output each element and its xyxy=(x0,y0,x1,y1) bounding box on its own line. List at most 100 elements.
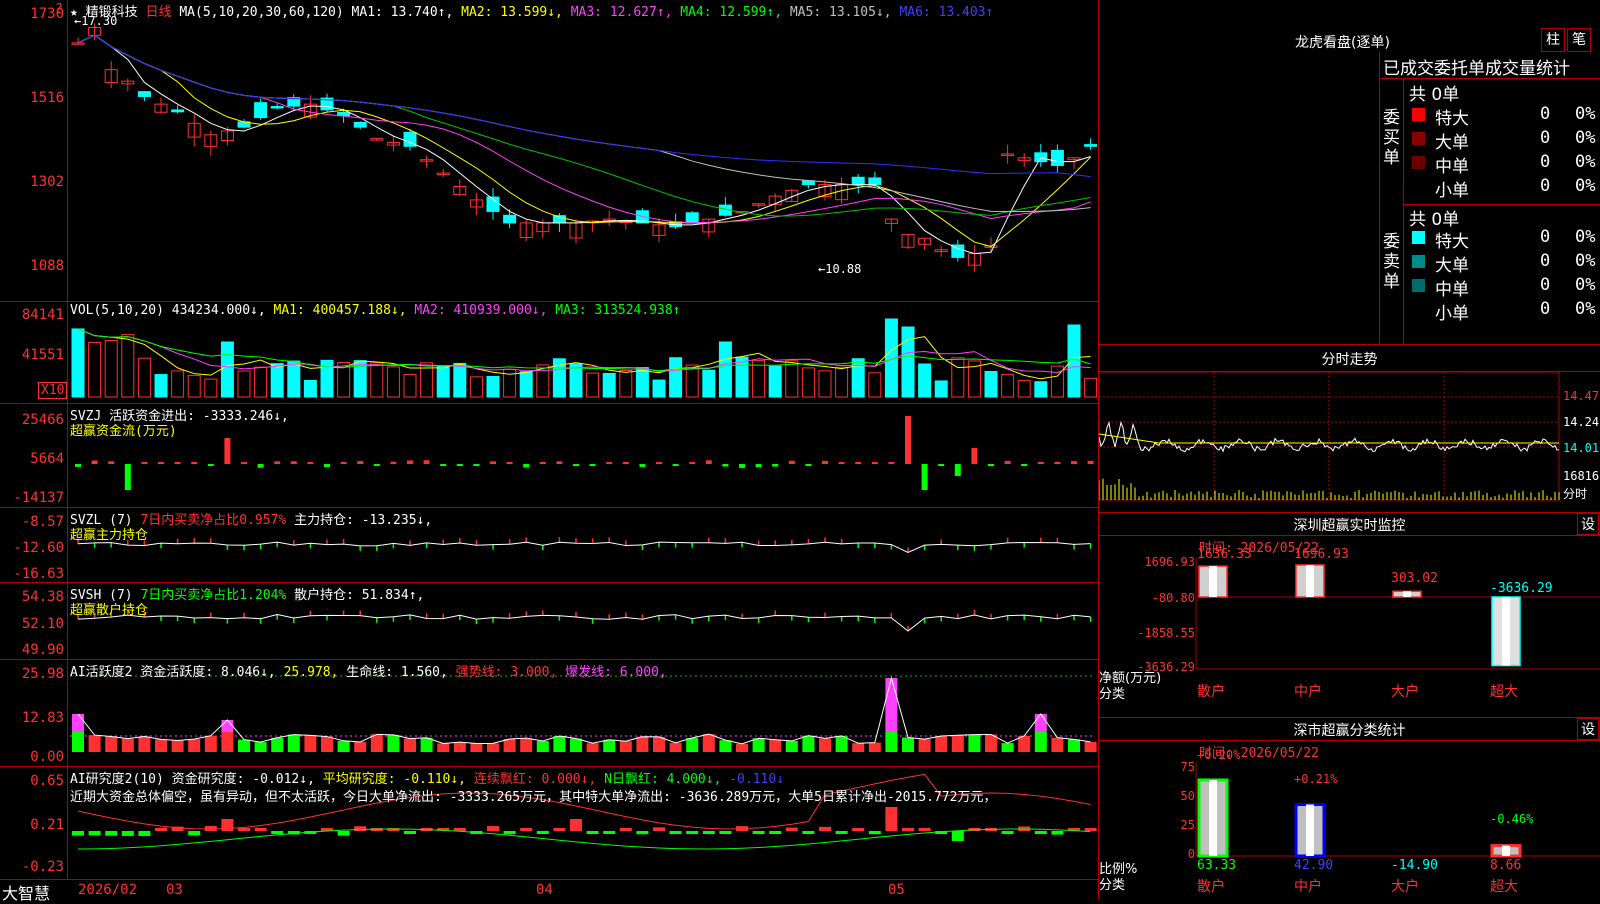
activity-bar xyxy=(321,736,333,752)
research-bar xyxy=(1001,831,1014,834)
volume-bar xyxy=(220,341,234,398)
kline-candle xyxy=(685,212,699,224)
intraday-panel[interactable]: 分时走势 14.47 14.24 14.01 16816 分时 xyxy=(1099,345,1600,513)
svzl-panel[interactable]: SVZL (7) 7日内买卖净占比0.957% 主力持仓: -13.235↓, … xyxy=(0,508,1098,583)
monitor-panel[interactable]: 深圳超赢实时监控 设 时间: 2026/05/22 1696.93 -80.80… xyxy=(1099,513,1600,718)
research-bar xyxy=(653,827,665,831)
ai-activity-panel[interactable]: AI活跃度2 资金活跃度: 8.046↓, 25.978, 生命线: 1.560… xyxy=(0,660,1098,767)
research-bar xyxy=(819,826,831,831)
monitor-value: 1696.93 xyxy=(1294,547,1349,562)
class-y-4: 0 xyxy=(1187,847,1195,861)
ai-activity-header: AI活跃度2 资金活跃度: 8.046↓, 25.978, 生命线: 1.560… xyxy=(70,661,667,680)
monitor-axis2: 分类 xyxy=(1099,687,1126,702)
activity-bar xyxy=(487,743,499,752)
volume-bar xyxy=(702,369,716,398)
volume-bar xyxy=(569,363,583,398)
tick-toggle-button[interactable]: 笔 xyxy=(1567,28,1591,52)
fund-flow-bar xyxy=(390,461,397,464)
period-label[interactable]: 日线 xyxy=(146,5,172,20)
legend-swatch xyxy=(1412,255,1425,268)
kline-chart[interactable] xyxy=(0,0,1098,301)
fund-flow-bar xyxy=(357,461,364,464)
fund-flow-bar xyxy=(622,462,629,464)
volume-bar xyxy=(951,357,965,398)
volume-bar xyxy=(1001,373,1015,398)
kline-candle xyxy=(851,176,865,186)
kline-candle xyxy=(1034,152,1048,163)
intraday-y-3: 14.01 xyxy=(1563,441,1600,455)
research-bar xyxy=(337,831,350,836)
fund-flow-bar xyxy=(639,464,646,467)
order-percent: 0% xyxy=(1575,227,1596,247)
activity-bar xyxy=(752,738,765,752)
fund-flow-bar xyxy=(888,462,895,464)
svzl-y-3: -16.63 xyxy=(13,566,64,582)
ai3-y-1: 0.65 xyxy=(30,773,64,789)
volume-bar xyxy=(635,367,649,398)
activity-bar xyxy=(337,740,350,752)
research-bar xyxy=(238,828,250,831)
order-percent: 0% xyxy=(1575,152,1596,172)
bar-toggle-button[interactable]: 柱 xyxy=(1541,28,1565,52)
fund-flow-bar xyxy=(788,460,795,464)
class-chart[interactable] xyxy=(1099,718,1600,900)
research-bar xyxy=(619,828,632,831)
stats-tab[interactable]: 已成交委托单成交量统计 xyxy=(1383,54,1570,79)
volume-bar xyxy=(1084,377,1098,398)
order-percent: 0% xyxy=(1575,128,1596,148)
volume-bar xyxy=(270,363,284,398)
activity-bar xyxy=(138,736,151,752)
activity-bar xyxy=(769,739,782,752)
kline-header: ★ 精锻科技 日线 MA(5,10,20,30,60,120) MA1: 13.… xyxy=(70,1,993,20)
research-bar xyxy=(188,831,201,836)
research-bar xyxy=(503,831,516,835)
volume-bar xyxy=(602,372,616,398)
ai3-cont: 连续飘红: 0.000↓, xyxy=(473,772,597,787)
volume-bar xyxy=(984,370,998,398)
volume-bar xyxy=(303,379,317,398)
volume-bar xyxy=(320,359,334,398)
fund-flow-bar xyxy=(739,464,745,468)
legend-swatch xyxy=(1412,156,1425,169)
volume-bar xyxy=(1034,381,1048,398)
volume-panel[interactable]: VOL(5,10,20) 434234.000↓, MA1: 400457.18… xyxy=(0,302,1098,404)
activity-bar-top xyxy=(885,678,898,732)
kline-candle xyxy=(337,111,351,117)
svsh-panel[interactable]: SVSH (7) 7日内买卖净占比1.204% 散户持仓: 51.834↑, 超… xyxy=(0,583,1098,660)
order-percent: 0% xyxy=(1575,299,1596,319)
volume-bar xyxy=(436,365,450,398)
class-panel[interactable]: 深市超赢分类统计 设 时间: 2026/05/22 75 50 25 0 比例%… xyxy=(1099,718,1600,900)
research-bar xyxy=(487,826,499,831)
research-line-green xyxy=(77,828,1091,850)
svzj-panel[interactable]: SVZJ 活跃资金进出: -3333.246↓, 超赢资金流(万元) 25466… xyxy=(0,404,1098,508)
activity-bar xyxy=(852,743,865,752)
volume-bar xyxy=(768,365,782,398)
ma4-value: MA4: 12.599↑, xyxy=(680,5,783,20)
kline-y-3: 1302 xyxy=(30,174,64,190)
intraday-y-4: 16816 xyxy=(1563,469,1600,483)
fund-flow-bar xyxy=(490,461,496,464)
fund-flow-bar xyxy=(108,461,115,464)
intraday-chart[interactable] xyxy=(1099,345,1600,513)
activity-bar xyxy=(902,737,914,752)
fund-flow-bar xyxy=(141,462,148,464)
ai-research-panel[interactable]: AI研究度2(10) 资金研究度: -0.012↓, 平均研究度: -0.110… xyxy=(0,767,1098,880)
fund-flow-bar xyxy=(274,461,281,464)
ai3-y-3: -0.23 xyxy=(21,859,64,875)
activity-bar xyxy=(453,742,466,752)
fund-flow-bar xyxy=(191,462,198,464)
brand-label: 大智慧 xyxy=(2,884,51,903)
class-category: 中户 xyxy=(1294,879,1322,895)
activity-bar xyxy=(719,740,732,752)
fund-flow-bar xyxy=(755,464,762,468)
ai2-y-3: 0.00 xyxy=(30,749,64,765)
svsh-y-2: 52.10 xyxy=(21,616,64,632)
date-axis: 大智慧 2026/02 03 04 05 xyxy=(0,880,1098,903)
monitor-chart[interactable] xyxy=(1099,513,1600,718)
order-count: 0 xyxy=(1540,227,1551,247)
kline-panel[interactable]: ★ 精锻科技 日线 MA(5,10,20,30,60,120) MA1: 13.… xyxy=(0,0,1098,302)
dragon-tiger-panel[interactable]: 龙虎看盘(逐单) 柱 笔 已成交委托单成交量统计 委买单 共 0单 委卖单 共 … xyxy=(1099,0,1600,344)
research-bar xyxy=(785,827,798,831)
research-bar xyxy=(885,807,898,831)
activity-bar-top xyxy=(1034,714,1047,732)
